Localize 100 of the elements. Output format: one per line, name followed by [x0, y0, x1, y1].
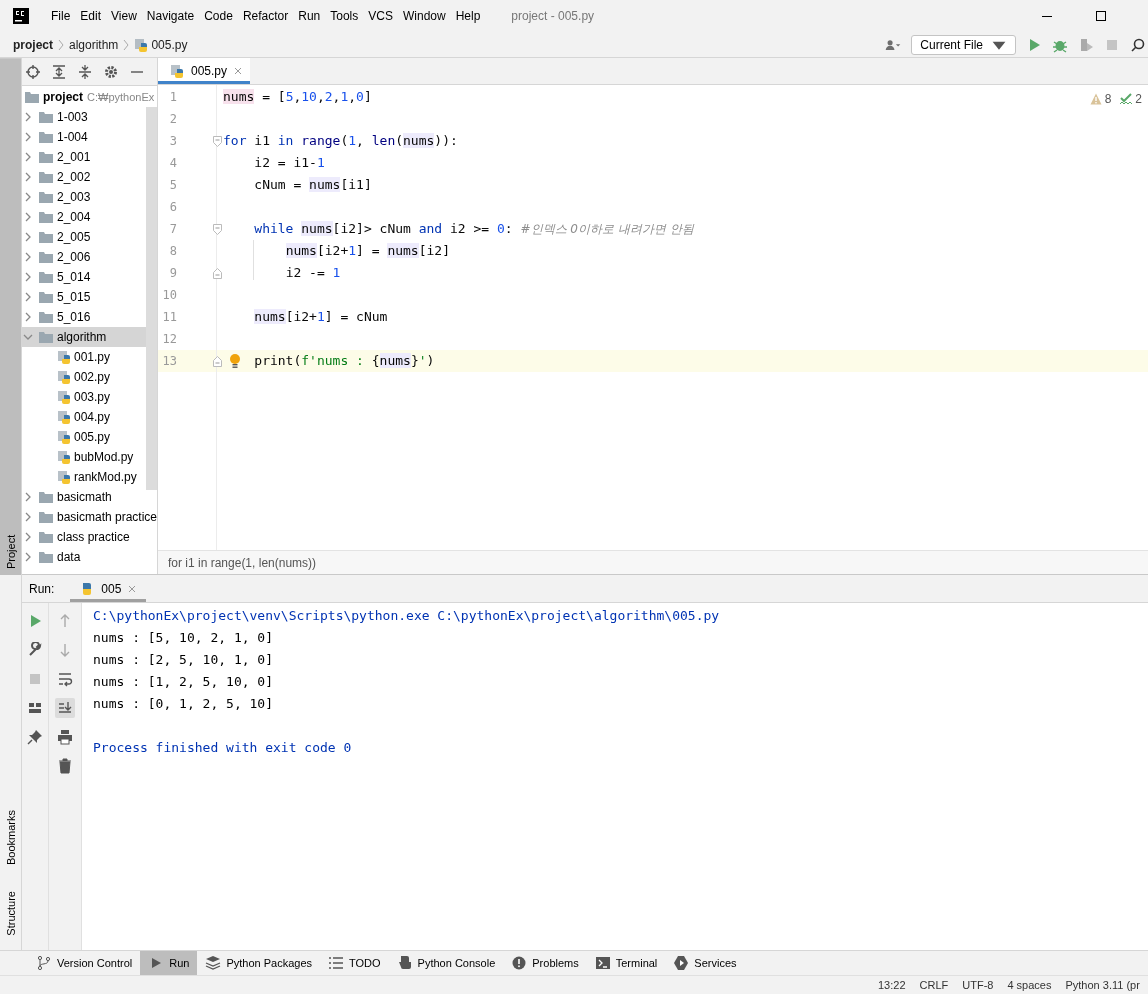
- line-number: 7: [168, 222, 177, 236]
- run-configuration-dropdown[interactable]: Current File: [911, 34, 1016, 55]
- tool-window-button[interactable]: TODO: [320, 951, 389, 975]
- menu-item[interactable]: Help: [450, 9, 486, 23]
- fold-marker-icon[interactable]: [213, 135, 222, 147]
- tool-window-button[interactable]: Run: [140, 951, 198, 975]
- line-number: 9: [168, 266, 177, 280]
- tool-window-button[interactable]: Version Control: [28, 951, 141, 975]
- tree-item[interactable]: 1-004: [22, 127, 146, 147]
- tree-item[interactable]: 5_016: [22, 307, 146, 327]
- fold-marker-icon[interactable]: [213, 267, 222, 279]
- tree-item[interactable]: basicmath: [22, 487, 157, 507]
- close-icon[interactable]: [128, 584, 137, 593]
- wrench-icon: [27, 642, 43, 658]
- tool-window-tab[interactable]: Bookmarks: [0, 804, 21, 872]
- output-line: nums : [2, 5, 10, 1, 0]: [93, 650, 274, 669]
- pin-button[interactable]: [25, 727, 45, 747]
- code-line: nums[i2+1] = cNum: [253, 308, 388, 326]
- tree-item[interactable]: 5_014: [22, 267, 146, 287]
- tree-item[interactable]: basicmath practice: [22, 507, 157, 527]
- tree-item[interactable]: 1-003: [22, 107, 146, 127]
- line-number: 6: [168, 200, 177, 214]
- tree-item[interactable]: 2_004: [22, 207, 146, 227]
- menu-item[interactable]: Refactor: [237, 9, 294, 23]
- folder-icon: [39, 251, 53, 263]
- tool-window-button[interactable]: Services: [665, 951, 745, 975]
- breadcrumb-item[interactable]: algorithm: [69, 37, 119, 52]
- status-item[interactable]: 4 spaces: [1007, 979, 1052, 991]
- tool-window-tab[interactable]: Structure: [0, 885, 21, 942]
- tree-item[interactable]: 003.py: [22, 387, 146, 407]
- lightbulb-icon[interactable]: [229, 353, 241, 369]
- coverage-icon[interactable]: [1078, 36, 1094, 53]
- expand-all-icon[interactable]: [51, 63, 67, 80]
- tree-item[interactable]: 2_003: [22, 187, 146, 207]
- tree-item[interactable]: 2_002: [22, 167, 146, 187]
- breadcrumb-item[interactable]: for i1 in range(1, len(nums)): [168, 555, 317, 570]
- tree-item[interactable]: 004.py: [22, 407, 146, 427]
- close-icon[interactable]: [234, 67, 243, 75]
- settings-icon[interactable]: [103, 63, 119, 80]
- tree-item[interactable]: class practice: [22, 527, 157, 547]
- path-label: C:₩pythonEx: [87, 91, 155, 103]
- scrollbar[interactable]: [146, 107, 157, 490]
- maximize-icon[interactable]: [1094, 9, 1108, 23]
- menu-item[interactable]: Run: [293, 9, 326, 23]
- menu-item[interactable]: Edit: [75, 9, 107, 23]
- run-tab[interactable]: 005: [70, 575, 147, 602]
- tool-window-tab[interactable]: Project: [0, 58, 21, 575]
- menu-item[interactable]: Tools: [325, 9, 364, 23]
- print-button[interactable]: [55, 727, 75, 747]
- tool-window-button[interactable]: Problems: [503, 951, 587, 975]
- tree-item[interactable]: 2_005: [22, 227, 146, 247]
- collapse-all-icon[interactable]: [77, 63, 93, 80]
- tree-item[interactable]: 2_006: [22, 247, 146, 267]
- status-item[interactable]: 13:22: [878, 979, 906, 991]
- fold-marker-icon[interactable]: [213, 223, 222, 235]
- code-line: while nums[i2]> cNum and i2 >= 0: #인덱스 0이하로 내려가면 안됨: [253, 220, 694, 238]
- panel-title: Run:: [29, 581, 55, 596]
- typo-check-icon[interactable]: [1120, 93, 1133, 105]
- menu-item[interactable]: File: [46, 9, 76, 23]
- menu-item[interactable]: Code: [199, 9, 238, 23]
- chevron-down-icon[interactable]: [23, 332, 33, 342]
- editor-tab[interactable]: 005.py: [158, 58, 251, 84]
- tree-item[interactable]: rankMod.py: [22, 467, 146, 487]
- folder-icon: [39, 231, 53, 243]
- tool-window-button[interactable]: Python Packages: [197, 951, 321, 975]
- tool-window-button[interactable]: Python Console: [388, 951, 504, 975]
- menu-item[interactable]: View: [106, 9, 142, 23]
- search-icon[interactable]: [1130, 36, 1146, 53]
- stop-icon: [27, 671, 43, 687]
- line-number: 3: [168, 134, 177, 148]
- python-file-icon: [57, 370, 71, 384]
- tree-item[interactable]: bubMod.py: [22, 447, 146, 467]
- command-line: C:\pythonEx\project\venv\Scripts\python.exe C:\pythonEx\project\algorithm\005.py: [93, 606, 721, 625]
- typo-count[interactable]: 2: [1135, 92, 1142, 106]
- tree-item[interactable]: 5_015: [22, 287, 146, 307]
- warning-count[interactable]: 8: [1104, 92, 1112, 106]
- status-item[interactable]: UTF-8: [962, 979, 994, 991]
- print-icon: [57, 729, 73, 745]
- tool-window-button[interactable]: Terminal: [586, 951, 666, 975]
- tree-item[interactable]: 2_001: [22, 147, 146, 167]
- tree-item[interactable]: project C:₩pythonEx: [22, 87, 157, 107]
- line-number: 4: [168, 156, 177, 170]
- scroll-to-end-button[interactable]: [55, 698, 75, 718]
- menu-item[interactable]: Navigate: [141, 9, 200, 23]
- tree-item[interactable]: algorithm: [22, 327, 146, 347]
- locate-icon[interactable]: [25, 63, 41, 80]
- tree-item[interactable]: 005.py: [22, 427, 146, 447]
- fold-marker-icon[interactable]: [213, 355, 222, 367]
- menu-item[interactable]: VCS: [363, 9, 398, 23]
- output-line: nums : [5, 10, 2, 1, 0]: [93, 628, 274, 647]
- status-item[interactable]: Python 3.11 (pr: [1065, 979, 1140, 991]
- folder-icon: [39, 111, 53, 123]
- status-item[interactable]: CRLF: [919, 979, 949, 991]
- tree-item[interactable]: data: [22, 547, 157, 567]
- menu-item[interactable]: Window: [397, 9, 451, 23]
- breadcrumb-item[interactable]: 005.py: [151, 37, 188, 52]
- pin-icon: [27, 729, 43, 745]
- tree-item[interactable]: 002.py: [22, 367, 146, 387]
- breadcrumb-item[interactable]: project: [13, 37, 53, 52]
- tree-item[interactable]: 001.py: [22, 347, 146, 367]
